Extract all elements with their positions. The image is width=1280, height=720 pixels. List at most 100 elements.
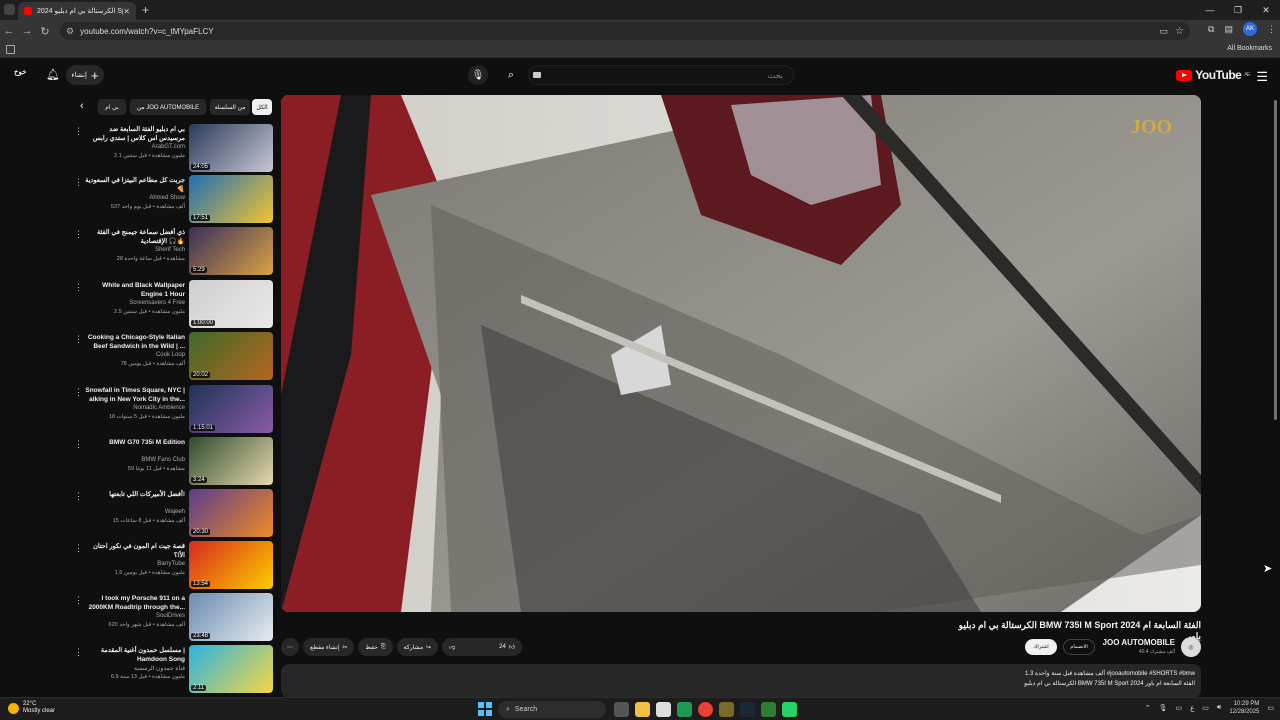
browser-profile-avatar[interactable]: AK [1243, 22, 1257, 36]
recommendation-thumbnail[interactable]: 20:02 [189, 332, 273, 380]
recommendation-thumbnail[interactable]: 5:29 [189, 227, 273, 275]
excel-icon[interactable] [677, 702, 692, 717]
recommendation-item[interactable]: ⋮ جربت كل مطاعم البيتزا في السعودية 🍕 Ahme… [70, 175, 275, 225]
terminal-icon[interactable] [761, 702, 776, 717]
chevron-up-icon[interactable]: ⌃ [1145, 704, 1151, 712]
more-options-icon[interactable]: ⋮ [74, 229, 83, 240]
close-tab-icon[interactable]: ✕ [123, 7, 130, 16]
task-view-icon[interactable] [614, 702, 629, 717]
dislike-icon[interactable]: 👎︎ [449, 643, 455, 651]
tray-app-icon[interactable]: ▭ [1175, 704, 1182, 712]
recommendation-thumbnail[interactable]: 2:11 [189, 645, 273, 693]
recommendation-item[interactable]: ⋮ I took my Porsche 911 on a 2000KM Roadt… [70, 593, 275, 643]
recommendation-thumbnail[interactable]: 1:00:00 [189, 280, 273, 328]
calendar-app-icon[interactable] [656, 702, 671, 717]
more-actions-button[interactable]: ⋯ [281, 638, 299, 656]
minimize-icon[interactable]: — [1196, 0, 1224, 20]
youtube-logo[interactable]: YouTube AE [1176, 68, 1250, 82]
account-label[interactable]: خوخ [14, 68, 26, 76]
guide-menu-icon[interactable]: ☰ [1256, 69, 1268, 85]
recommendation-thumbnail[interactable]: 20:30 [189, 489, 273, 537]
chevron-left-icon[interactable]: ‹ [80, 100, 84, 112]
recommendation-thumbnail[interactable]: 24:05 [189, 124, 273, 172]
more-options-icon[interactable]: ⋮ [74, 543, 83, 554]
cast-icon[interactable]: ▭ [1159, 26, 1168, 37]
back-icon[interactable]: ← [0, 25, 18, 37]
more-options-icon[interactable]: ⋮ [74, 282, 83, 293]
chip-bmw[interactable]: بي ام [98, 99, 126, 115]
save-button[interactable]: حفظ ⎘ [358, 638, 393, 656]
chip-from-series[interactable]: من السلسلة [210, 99, 250, 115]
recommendation-channel[interactable]: BarryTube [157, 561, 185, 567]
more-options-icon[interactable]: ⋮ [74, 595, 83, 606]
create-button[interactable]: إنشاء + [66, 65, 104, 85]
clock[interactable]: 10:29 PM 12/28/2025 [1229, 700, 1259, 716]
more-options-icon[interactable]: ⋮ [74, 387, 83, 398]
reload-icon[interactable]: ↻ [36, 25, 54, 38]
recommendation-item[interactable]: ⋮ Snowfall in Times Square, NYC | alking … [70, 385, 275, 435]
join-button[interactable]: الانضمام [1063, 639, 1095, 655]
clip-button[interactable]: إنشاء مقطع ✂ [303, 638, 355, 656]
recommendation-item[interactable]: ⋮ White and Black Wallpaper Engine 1 Hour… [70, 280, 275, 330]
notifications-bell-icon[interactable]: 🔔︎ [46, 68, 60, 81]
extensions-icon[interactable]: ⧉ [1208, 24, 1214, 35]
recommendation-channel[interactable]: SoulDrives [156, 613, 185, 619]
notification-center-icon[interactable]: ▭ [1267, 704, 1274, 712]
recommendation-channel[interactable]: قناة حمدون الرسمية [134, 665, 185, 672]
chrome-icon[interactable] [698, 702, 713, 717]
network-icon[interactable]: ▭ [1202, 704, 1209, 712]
recommendation-thumbnail[interactable]: 3:24 [189, 437, 273, 485]
recommendation-item[interactable]: ⋮ مسلسل حمدون أغنية المقدمة | Hamdoon Son… [70, 645, 275, 695]
chip-from-channel[interactable]: من JOO AUTOMOBILE [130, 99, 206, 115]
channel-avatar[interactable]: ◎ [1181, 637, 1201, 657]
window-close-icon[interactable]: ✕ [1252, 0, 1280, 20]
more-options-icon[interactable]: ⋮ [74, 126, 83, 137]
forward-icon[interactable]: → [18, 25, 36, 37]
mic-tray-icon[interactable]: 🎙︎ [1159, 704, 1168, 712]
windows-start-icon[interactable] [478, 702, 492, 716]
more-options-icon[interactable]: ⋮ [74, 439, 83, 450]
share-button[interactable]: مشاركة ↪ [396, 638, 439, 656]
recommendation-item[interactable]: ⋮ ذي أفضل سماعة جيمنج في الفئة الإقتصادية… [70, 227, 275, 277]
site-info-icon[interactable]: ⚙ [66, 26, 74, 37]
recommendation-channel[interactable]: ArabGT.com [152, 144, 185, 150]
like-icon[interactable]: 👍︎ [509, 643, 515, 651]
language-indicator[interactable]: ع [1190, 704, 1194, 712]
browser-menu-icon[interactable]: ⋮ [1267, 24, 1276, 35]
recommendation-channel[interactable]: Wajeeh [165, 509, 185, 515]
recommendation-item[interactable]: ⋮ أفضل الأميركات اللي تابعتها! Wajeeh 15 أل… [70, 489, 275, 539]
search-input[interactable]: بحث [528, 65, 794, 85]
search-button[interactable]: ⌕ [500, 65, 522, 85]
tab-search-icon[interactable] [4, 4, 15, 15]
more-options-icon[interactable]: ⋮ [74, 647, 83, 658]
recommendation-channel[interactable]: Nomadic Ambience [133, 405, 185, 411]
recommendation-item[interactable]: ⋮ بي ام دبليو الفئة السابعة ضد مرسيدس اس … [70, 124, 275, 174]
volume-icon[interactable]: 🔊︎ [1217, 704, 1221, 712]
page-scrollbar[interactable] [1274, 100, 1277, 420]
more-options-icon[interactable]: ⋮ [74, 334, 83, 345]
more-options-icon[interactable]: ⋮ [74, 177, 83, 188]
video-player[interactable]: JOO [281, 95, 1201, 612]
maximize-icon[interactable]: ❐ [1224, 0, 1252, 20]
address-bar[interactable]: ⚙ youtube.com/watch?v=c_tMYpaFLCY ▭ ☆ [60, 22, 1190, 40]
recommendation-channel[interactable]: Sherif Tech [155, 247, 185, 253]
file-explorer-icon[interactable] [635, 702, 650, 717]
subscribe-button[interactable]: اشتراك [1025, 639, 1057, 655]
recommendation-thumbnail[interactable]: 17:51 [189, 175, 273, 223]
recommendation-channel[interactable]: BMW Fans Club [141, 457, 185, 463]
bookmark-star-icon[interactable]: ☆ [1175, 26, 1184, 37]
keyboard-icon[interactable] [533, 72, 541, 78]
taskbar-search[interactable]: ⌕ Search [498, 701, 606, 718]
new-tab-icon[interactable]: + [142, 3, 149, 17]
apps-icon[interactable] [6, 45, 15, 54]
channel-name[interactable]: JOO AUTOMOBILE [1103, 638, 1175, 647]
weather-widget[interactable]: 22°C Mostly clear [8, 701, 55, 715]
chip-all[interactable]: الكل [252, 99, 272, 115]
recommendation-item[interactable]: ⋮ قصة جيت ام المون في نكور احتان الأ!؟ Bar… [70, 541, 275, 591]
steam-icon[interactable] [740, 702, 755, 717]
recommendation-channel[interactable]: Cook Loop [156, 352, 185, 358]
recommendation-channel[interactable]: Screensavers 4 Free [129, 300, 185, 306]
more-options-icon[interactable]: ⋮ [74, 491, 83, 502]
browser-tab[interactable]: الكرستالة بي ام دبليو 2024 Sport ✕ [18, 2, 136, 20]
whatsapp-icon[interactable] [782, 702, 797, 717]
